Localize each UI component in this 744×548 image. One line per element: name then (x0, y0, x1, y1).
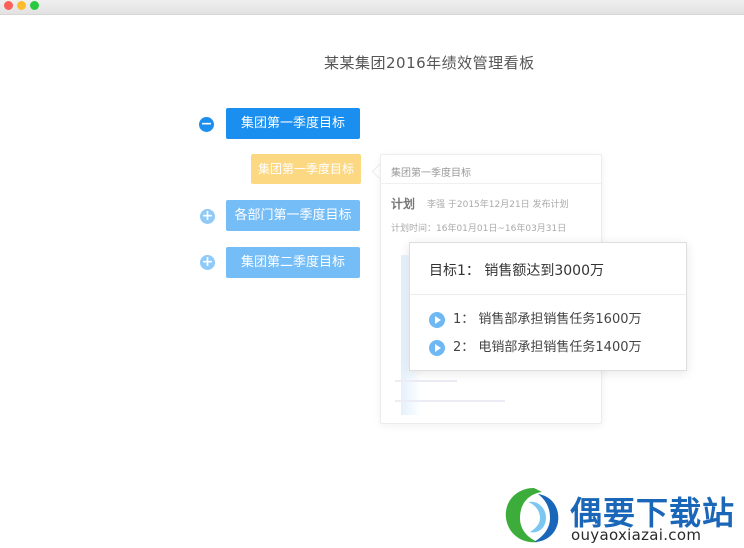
play-icon (429, 311, 445, 328)
tree-node-q1-group-goal-child[interactable]: 集团第一季度目标 (251, 154, 361, 184)
tree-node-q1-group-goal[interactable]: 集团第一季度目标 (226, 108, 360, 139)
plan-meta: 李强 于2015年12月21日 发布计划 (427, 200, 569, 210)
placeholder-line (395, 400, 505, 402)
close-window-button[interactable] (4, 1, 13, 10)
watermark-logo-icon (505, 488, 559, 543)
goal-subitem[interactable]: 1： 销售部承担销售任务1600万 (429, 308, 642, 328)
plan-label: 计划 (391, 197, 416, 211)
divider (381, 183, 601, 184)
tree-node-q1-dept-goal[interactable]: 各部门第一季度目标 (226, 200, 360, 231)
expand-toggle-icon[interactable]: + (200, 209, 215, 224)
goal-subitem[interactable]: 2： 电销部承担销售任务1400万 (429, 336, 642, 356)
tree-node-q2-group-goal[interactable]: 集团第二季度目标 (226, 247, 360, 278)
panel-header: 集团第一季度目标 (391, 168, 471, 179)
collapse-toggle-icon[interactable]: − (199, 117, 214, 132)
expand-toggle-icon[interactable]: + (200, 255, 215, 270)
goal-subitem-label: 2： 电销部承担销售任务1400万 (453, 340, 642, 355)
watermark-url: ouyaoxiazai.com (571, 526, 702, 544)
play-icon (429, 339, 445, 356)
maximize-window-button[interactable] (30, 1, 39, 10)
window-titlebar (0, 0, 744, 15)
divider (410, 294, 686, 295)
page-title: 某某集团2016年绩效管理看板 (324, 54, 535, 72)
goal-title: 目标1： 销售额达到3000万 (429, 263, 604, 279)
goal-subitem-label: 1： 销售部承担销售任务1600万 (453, 312, 642, 327)
goal-card: 目标1： 销售额达到3000万 1： 销售部承担销售任务1600万 2： 电销部… (409, 242, 687, 371)
plan-time: 计划时间：16年01月01日~16年03月31日 (391, 224, 567, 234)
placeholder-line (395, 380, 457, 382)
minimize-window-button[interactable] (17, 1, 26, 10)
